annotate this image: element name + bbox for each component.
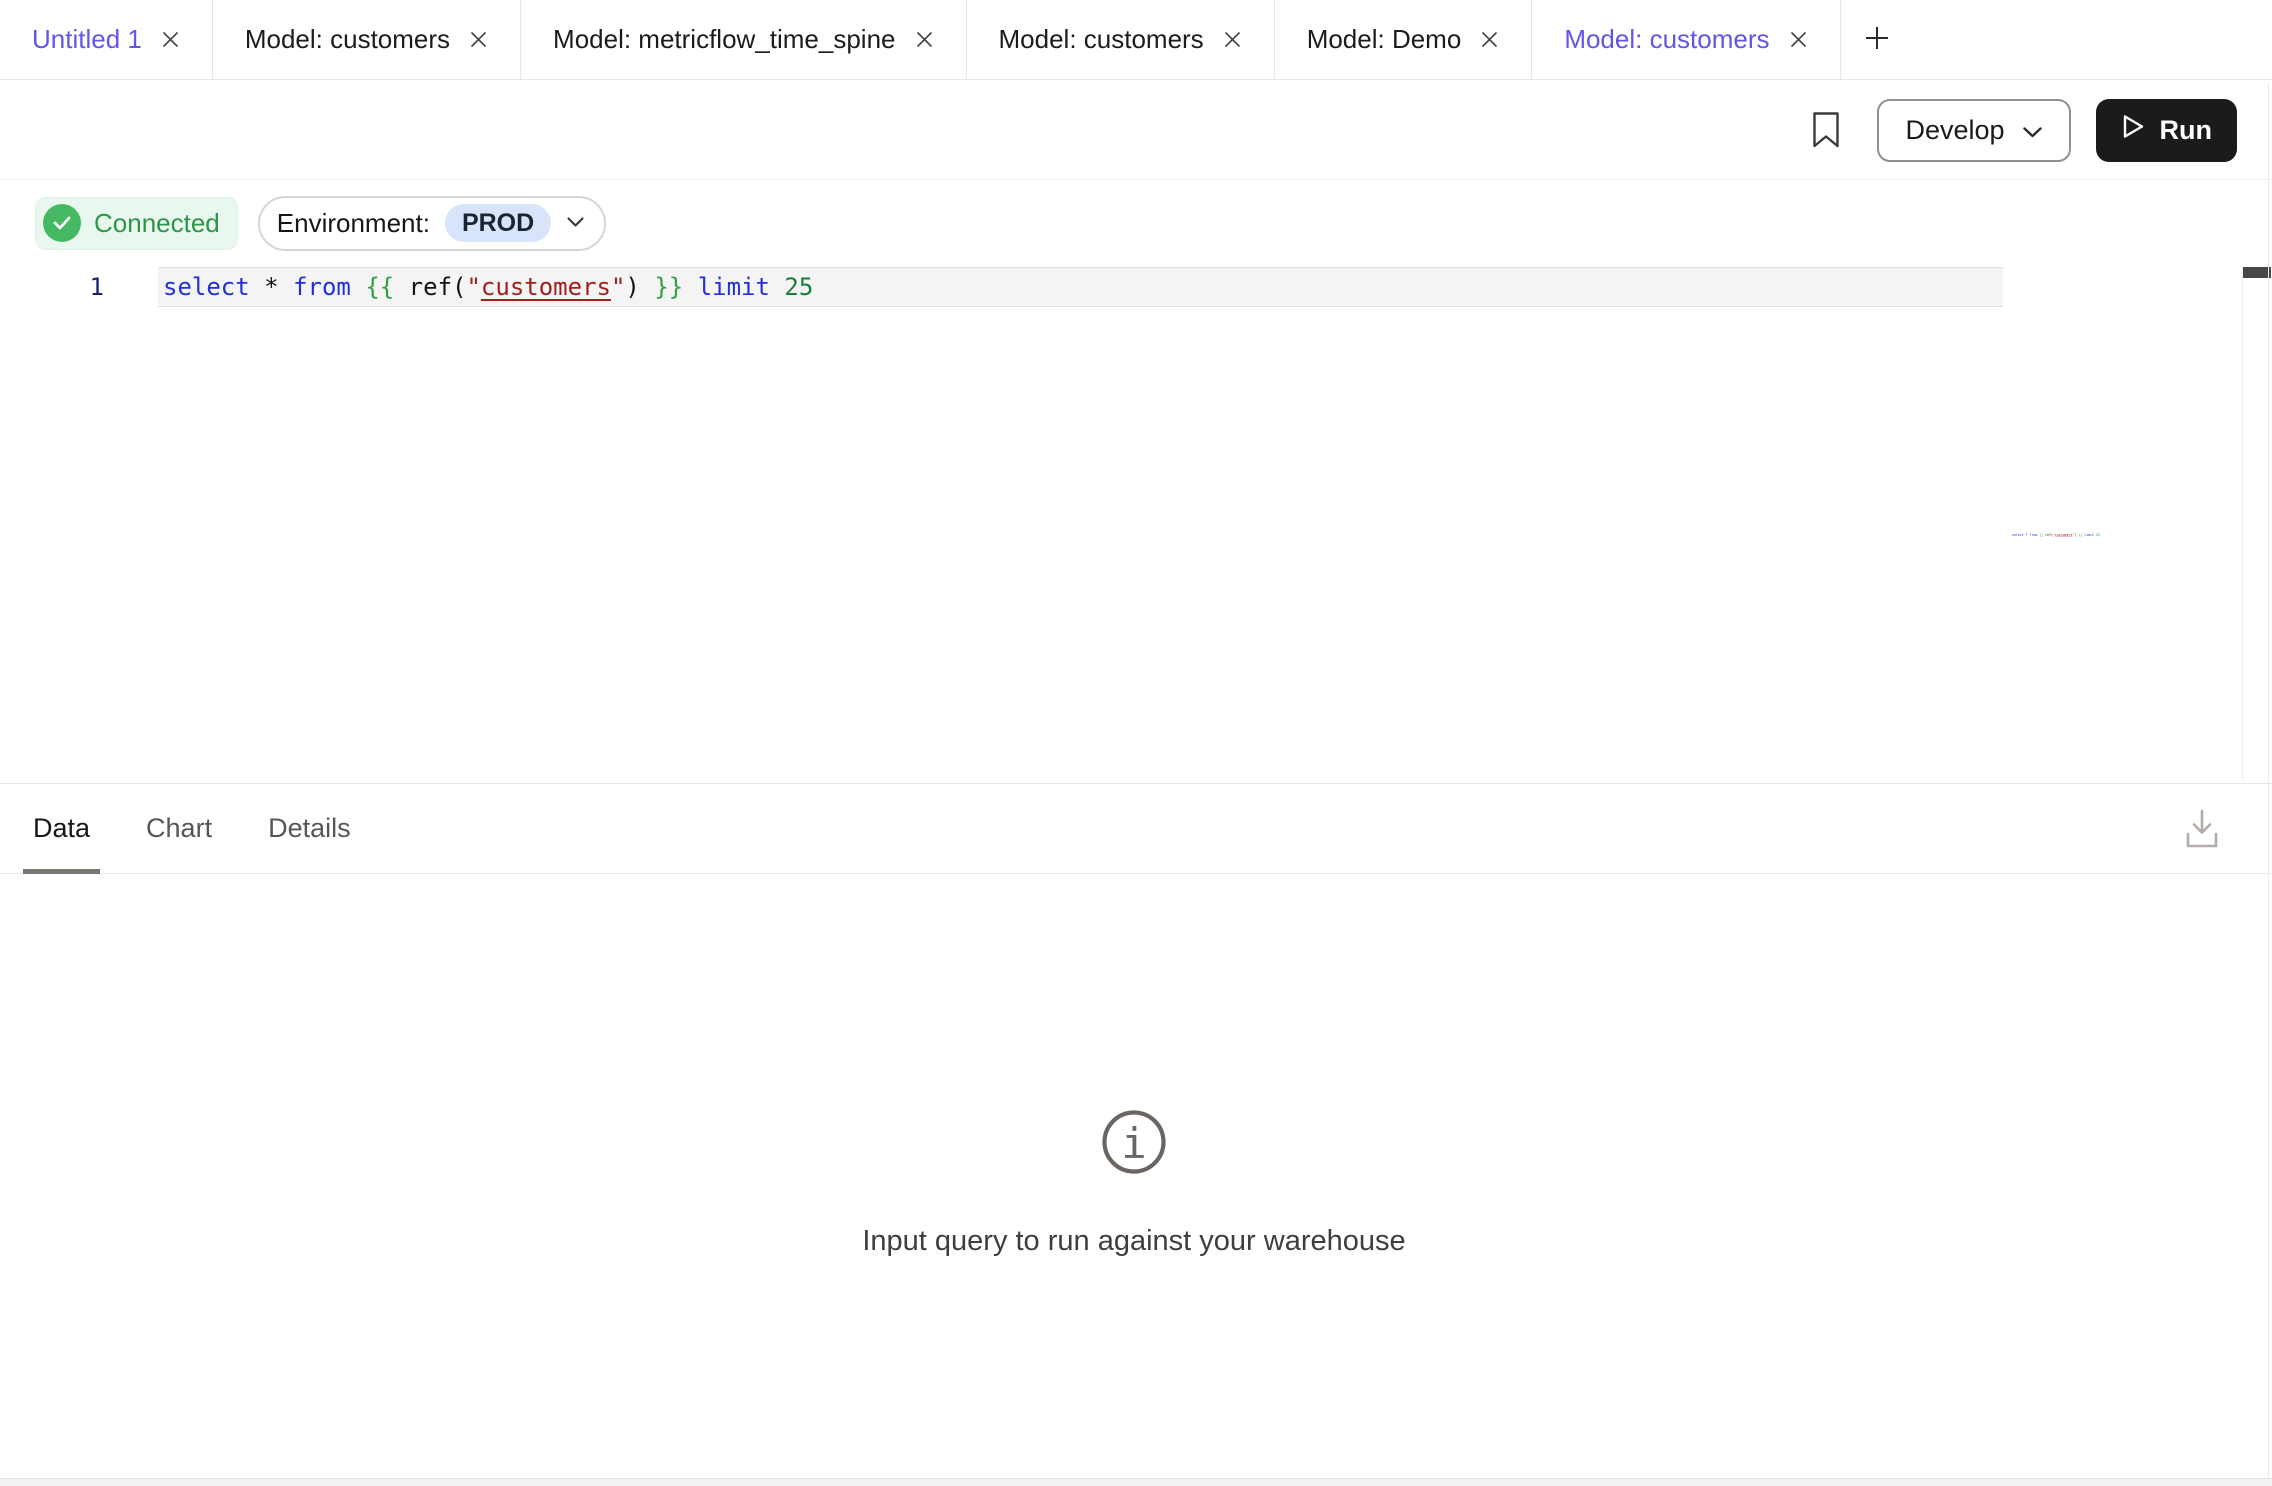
- tab-label: Model: metricflow_time_spine: [553, 24, 895, 55]
- bookmark-icon[interactable]: [1812, 111, 1840, 149]
- code-token: }}: [654, 273, 683, 301]
- code-token: 25: [784, 273, 813, 301]
- chevron-down-icon: [566, 216, 585, 231]
- close-icon[interactable]: [1789, 30, 1808, 49]
- code-token: limit: [698, 273, 770, 301]
- editor-active-line[interactable]: select * from {{ ref("customers") }} lim…: [158, 267, 2003, 307]
- bottom-edge-strip: [0, 1478, 2272, 1486]
- editor-minimap: select * from {{ ref("customers") }} lim…: [2012, 533, 2107, 537]
- plus-icon: [1863, 24, 1891, 55]
- tab-label: Model: Demo: [1307, 24, 1462, 55]
- tab-model-customers-3[interactable]: Model: customers: [1532, 0, 1840, 79]
- ref-model-link[interactable]: customers: [481, 273, 611, 301]
- code-token: ref(: [409, 273, 467, 301]
- editor-tab-bar: Untitled 1 Model: customers Model: metri…: [0, 0, 2272, 80]
- close-icon[interactable]: [161, 30, 180, 49]
- tab-model-metricflow-time-spine[interactable]: Model: metricflow_time_spine: [521, 0, 966, 79]
- right-edge-divider: [2268, 82, 2269, 1478]
- scrollbar-thumb[interactable]: [2243, 267, 2271, 278]
- download-icon[interactable]: [2184, 808, 2220, 850]
- connected-label: Connected: [94, 208, 220, 239]
- play-icon: [2121, 113, 2146, 147]
- environment-label: Environment:: [277, 208, 430, 239]
- tab-data[interactable]: Data: [23, 784, 100, 873]
- close-icon[interactable]: [1223, 30, 1242, 49]
- info-icon: i: [1100, 1108, 1168, 1176]
- empty-state-message: Input query to run against your warehous…: [0, 1225, 2268, 1258]
- toolbar: Develop Run: [0, 81, 2272, 180]
- tab-label: Model: customers: [245, 24, 450, 55]
- develop-label: Develop: [1905, 115, 2004, 146]
- app-root: Untitled 1 Model: customers Model: metri…: [0, 0, 2272, 1486]
- tab-model-demo[interactable]: Model: Demo: [1275, 0, 1533, 79]
- environment-value-chip: PROD: [445, 204, 551, 242]
- code-token: *: [264, 273, 278, 301]
- tab-details[interactable]: Details: [258, 784, 361, 873]
- tab-label: Model: customers: [999, 24, 1204, 55]
- editor-gutter: 1: [0, 267, 158, 307]
- close-icon[interactable]: [1480, 30, 1499, 49]
- check-circle-icon: [43, 204, 81, 242]
- results-tab-bar: Data Chart Details: [0, 784, 2272, 874]
- svg-text:i: i: [1121, 1119, 1146, 1168]
- tab-label: Model: customers: [1564, 24, 1769, 55]
- run-button[interactable]: Run: [2096, 99, 2237, 162]
- new-tab-button[interactable]: [1841, 0, 1913, 79]
- close-icon[interactable]: [915, 30, 934, 49]
- code-token: from: [293, 273, 351, 301]
- run-label: Run: [2160, 115, 2212, 146]
- sql-editor[interactable]: 1 select * from {{ ref("customers") }} l…: [0, 265, 2272, 783]
- tab-model-customers-2[interactable]: Model: customers: [967, 0, 1275, 79]
- tab-chart[interactable]: Chart: [136, 784, 222, 873]
- environment-selector[interactable]: Environment: PROD: [258, 196, 606, 251]
- results-panel: Data Chart Details i Input query to run …: [0, 783, 2272, 1478]
- tab-untitled-1[interactable]: Untitled 1: [0, 0, 213, 79]
- develop-button[interactable]: Develop: [1877, 99, 2070, 162]
- code-token: {{: [365, 273, 394, 301]
- results-empty-state: i Input query to run against your wareho…: [0, 1108, 2268, 1258]
- tab-model-customers-1[interactable]: Model: customers: [213, 0, 521, 79]
- close-icon[interactable]: [469, 30, 488, 49]
- tab-label: Untitled 1: [32, 24, 142, 55]
- connected-badge: Connected: [35, 197, 238, 250]
- line-number: 1: [0, 267, 158, 307]
- code-token: select: [163, 273, 250, 301]
- connection-status-bar: Connected Environment: PROD: [0, 181, 2272, 265]
- chevron-down-icon: [2022, 115, 2043, 146]
